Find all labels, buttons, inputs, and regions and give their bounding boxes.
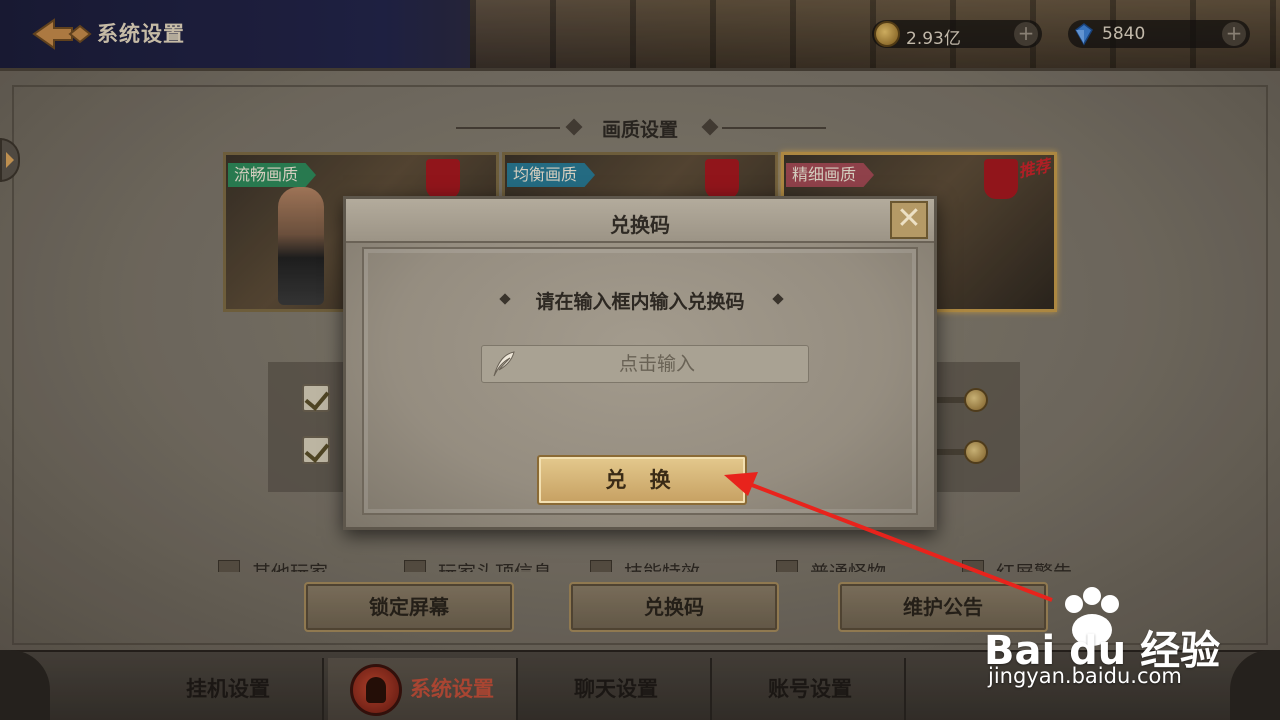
dialog-header: 兑换码 [346,199,934,243]
redeem-code-dialog: 兑换码 ✕ 请在输入框内输入兑换码 点击输入 兑 换 [343,196,937,530]
redeem-code-input[interactable]: 点击输入 [481,345,809,383]
redeem-confirm-button[interactable]: 兑 换 [537,455,747,505]
baidu-watermark: Bai du 经验 jingyan.baidu.com [980,580,1280,690]
dialog-prompt: 请在输入框内输入兑换码 [535,291,745,313]
dialog-title: 兑换码 [610,213,670,237]
watermark-url: jingyan.baidu.com [988,664,1182,688]
quill-icon [493,351,515,377]
close-button[interactable]: ✕ [890,201,928,239]
redeem-code-placeholder: 点击输入 [618,353,695,375]
